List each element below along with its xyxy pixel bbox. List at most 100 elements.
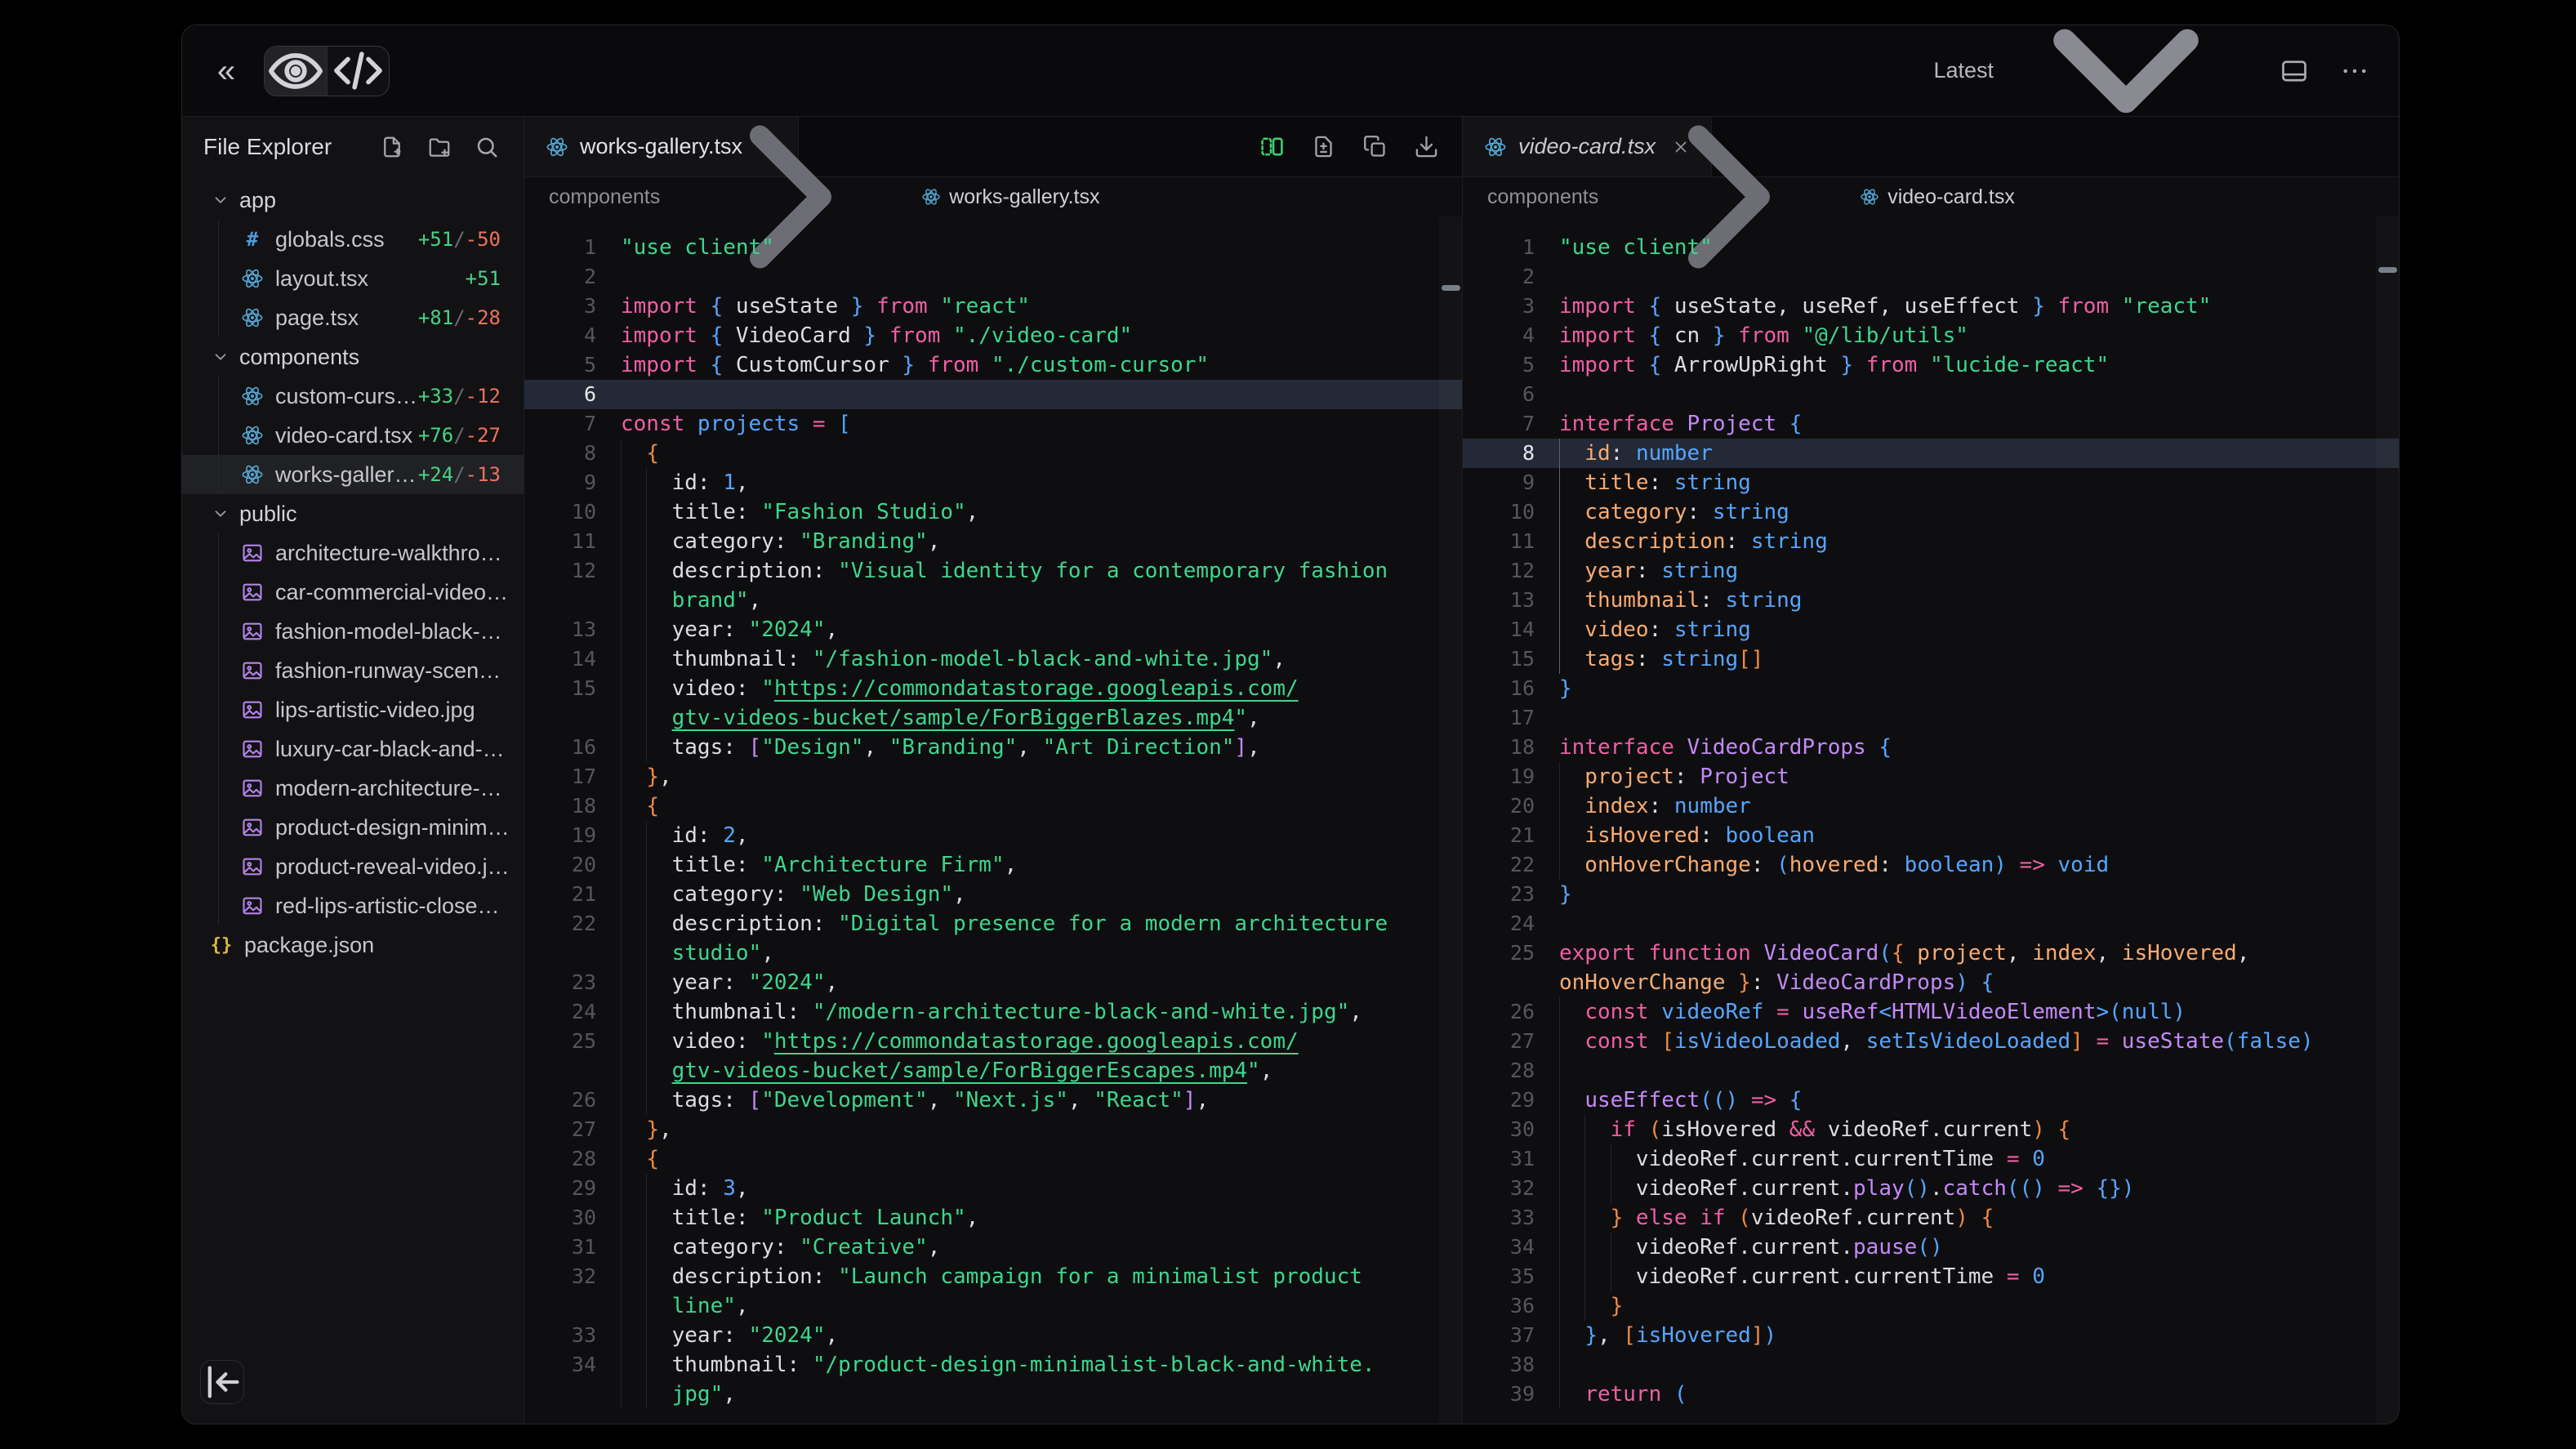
tree-file-fashion-model-black-[interactable]: fashion-model-black-… bbox=[182, 612, 524, 651]
img-file-icon bbox=[241, 855, 264, 878]
code-line: 19 id: 2, bbox=[524, 821, 1462, 850]
split-diff-icon[interactable] bbox=[1259, 134, 1285, 159]
new-folder-icon[interactable] bbox=[427, 135, 452, 159]
tree-indent-guide bbox=[218, 651, 219, 690]
scrollbar-track[interactable] bbox=[1439, 216, 1462, 1424]
indent-guide bbox=[646, 939, 647, 968]
chevron-down-icon bbox=[212, 348, 230, 366]
more-options-icon[interactable] bbox=[2340, 56, 2369, 86]
line-number: 4 bbox=[524, 321, 596, 350]
tree-file-modern-architecture-[interactable]: modern-architecture-… bbox=[182, 769, 524, 808]
tree-file-product-reveal-video.j-[interactable]: product-reveal-video.j… bbox=[182, 847, 524, 886]
code-line: 24 bbox=[1463, 909, 2399, 939]
search-icon[interactable] bbox=[475, 135, 499, 159]
breadcrumb-file[interactable]: video-card.tsx bbox=[1887, 185, 2015, 209]
code-text: } else if (videoRef.current) { bbox=[1559, 1203, 2399, 1233]
indent-guide bbox=[646, 644, 647, 674]
tree-file-red-lips-artistic-close-[interactable]: red-lips-artistic-close… bbox=[182, 886, 524, 925]
code-text: videoRef.current.play().catch(() => {}) bbox=[1559, 1174, 2399, 1203]
download-icon[interactable] bbox=[1414, 134, 1439, 159]
tree-file-layout.tsx[interactable]: layout.tsx+51 bbox=[182, 259, 524, 298]
tree-folder-components[interactable]: components bbox=[182, 337, 524, 377]
code-editor-video-card[interactable]: 1"use client"23import { useState, useRef… bbox=[1463, 216, 2399, 1424]
react-file-icon bbox=[241, 385, 264, 408]
code-line: 13 thumbnail: string bbox=[1463, 586, 2399, 615]
tree-file-luxury-car-black-and-[interactable]: luxury-car-black-and-… bbox=[182, 729, 524, 769]
tree-file-package.json[interactable]: {}package.json bbox=[182, 925, 524, 965]
tree-file-globals.css[interactable]: #globals.css+51/-50 bbox=[182, 220, 524, 259]
code-text: export function VideoCard({ project, ind… bbox=[1559, 939, 2399, 968]
line-number: 31 bbox=[1463, 1144, 1535, 1174]
scrollbar-thumb[interactable] bbox=[1442, 285, 1460, 291]
collapse-sidebar-button[interactable] bbox=[200, 1360, 244, 1404]
tree-file-video-card.tsx[interactable]: video-card.tsx+76/-27 bbox=[182, 416, 524, 455]
indent-guide bbox=[621, 1380, 622, 1409]
tree-file-works-galler-[interactable]: works-galler…+24/-13 bbox=[182, 455, 524, 494]
tree-file-page.tsx[interactable]: page.tsx+81/-28 bbox=[182, 298, 524, 337]
code-line: 10 title: "Fashion Studio", bbox=[524, 497, 1462, 527]
tree-file-architecture-walkthro-[interactable]: architecture-walkthro… bbox=[182, 533, 524, 573]
code-text: project: Project bbox=[1559, 762, 2399, 791]
tree-file-product-design-minim-[interactable]: product-design-minim… bbox=[182, 808, 524, 847]
line-number: 20 bbox=[1463, 791, 1535, 821]
file-label: page.tsx bbox=[275, 305, 359, 331]
preview-toggle-button[interactable] bbox=[265, 47, 327, 96]
new-file-icon[interactable] bbox=[380, 135, 404, 159]
json-file-icon: {} bbox=[210, 934, 233, 956]
line-number: 13 bbox=[524, 615, 596, 644]
code-line: 30 title: "Product Launch", bbox=[524, 1203, 1462, 1233]
code-text: const [isVideoLoaded, setIsVideoLoaded] … bbox=[1559, 1027, 2399, 1056]
code-text: id: 3, bbox=[621, 1174, 1462, 1203]
bottom-panel-icon[interactable] bbox=[2280, 56, 2309, 86]
code-toggle-button[interactable] bbox=[327, 47, 389, 96]
collapse-panel-button[interactable]: « bbox=[205, 50, 247, 92]
tree-indent-guide bbox=[218, 769, 219, 808]
indent-guide bbox=[1559, 1380, 1560, 1409]
line-number: 8 bbox=[1463, 439, 1535, 468]
line-number: 2 bbox=[524, 262, 596, 292]
line-number: 23 bbox=[524, 968, 596, 997]
indent-guide bbox=[646, 1321, 647, 1350]
code-line: 27 }, bbox=[524, 1115, 1462, 1144]
react-icon bbox=[1860, 187, 1879, 207]
react-file-icon bbox=[241, 306, 264, 329]
tree-file-fashion-runway-scen-[interactable]: fashion-runway-scen… bbox=[182, 651, 524, 690]
code-text: description: string bbox=[1559, 527, 2399, 556]
code-line: 8 id: number bbox=[1463, 439, 2399, 468]
code-line: 23 year: "2024", bbox=[524, 968, 1462, 997]
file-diff-icon[interactable] bbox=[1311, 134, 1336, 159]
tree-file-lips-artistic-video.jpg[interactable]: lips-artistic-video.jpg bbox=[182, 690, 524, 729]
line-number: 27 bbox=[524, 1115, 596, 1144]
line-number: 29 bbox=[524, 1174, 596, 1203]
copy-icon[interactable] bbox=[1362, 134, 1388, 159]
scrollbar-track[interactable] bbox=[2376, 216, 2399, 1424]
tab-bar: works-gallery.tsx bbox=[524, 117, 1462, 177]
indent-guide bbox=[621, 1027, 622, 1056]
indent-guide bbox=[621, 674, 622, 703]
line-number: 3 bbox=[524, 292, 596, 321]
code-text: title: "Fashion Studio", bbox=[621, 497, 1462, 527]
tree-file-custom-curs-[interactable]: custom-curs…+33/-12 bbox=[182, 377, 524, 416]
indent-guide bbox=[1559, 1203, 1560, 1233]
line-number: 20 bbox=[524, 850, 596, 880]
line-number: 5 bbox=[1463, 350, 1535, 380]
code-text: }, [isHovered]) bbox=[1559, 1321, 2399, 1350]
code-line: 2 bbox=[1463, 262, 2399, 292]
file-label: luxury-car-black-and-… bbox=[275, 737, 505, 762]
img-file-icon bbox=[241, 620, 264, 643]
code-text: category: "Web Design", bbox=[621, 880, 1462, 909]
scrollbar-thumb[interactable] bbox=[2378, 267, 2397, 273]
tree-folder-app[interactable]: app bbox=[182, 181, 524, 220]
indent-guide bbox=[1559, 1321, 1560, 1350]
indent-guide bbox=[621, 1203, 622, 1233]
tree-folder-public[interactable]: public bbox=[182, 494, 524, 533]
tree-file-car-commercial-video-[interactable]: car-commercial-video… bbox=[182, 573, 524, 612]
breadcrumb-folder[interactable]: components bbox=[549, 185, 660, 209]
breadcrumb-folder[interactable]: components bbox=[1487, 185, 1598, 209]
code-editor-works-gallery[interactable]: 1"use client"23import { useState } from … bbox=[524, 216, 1462, 1424]
img-file-icon bbox=[241, 659, 264, 682]
indent-guide bbox=[646, 1350, 647, 1380]
code-line: 32 videoRef.current.play().catch(() => {… bbox=[1463, 1174, 2399, 1203]
breadcrumb-file[interactable]: works-gallery.tsx bbox=[949, 185, 1099, 209]
diff-removed: -12 bbox=[466, 385, 501, 408]
